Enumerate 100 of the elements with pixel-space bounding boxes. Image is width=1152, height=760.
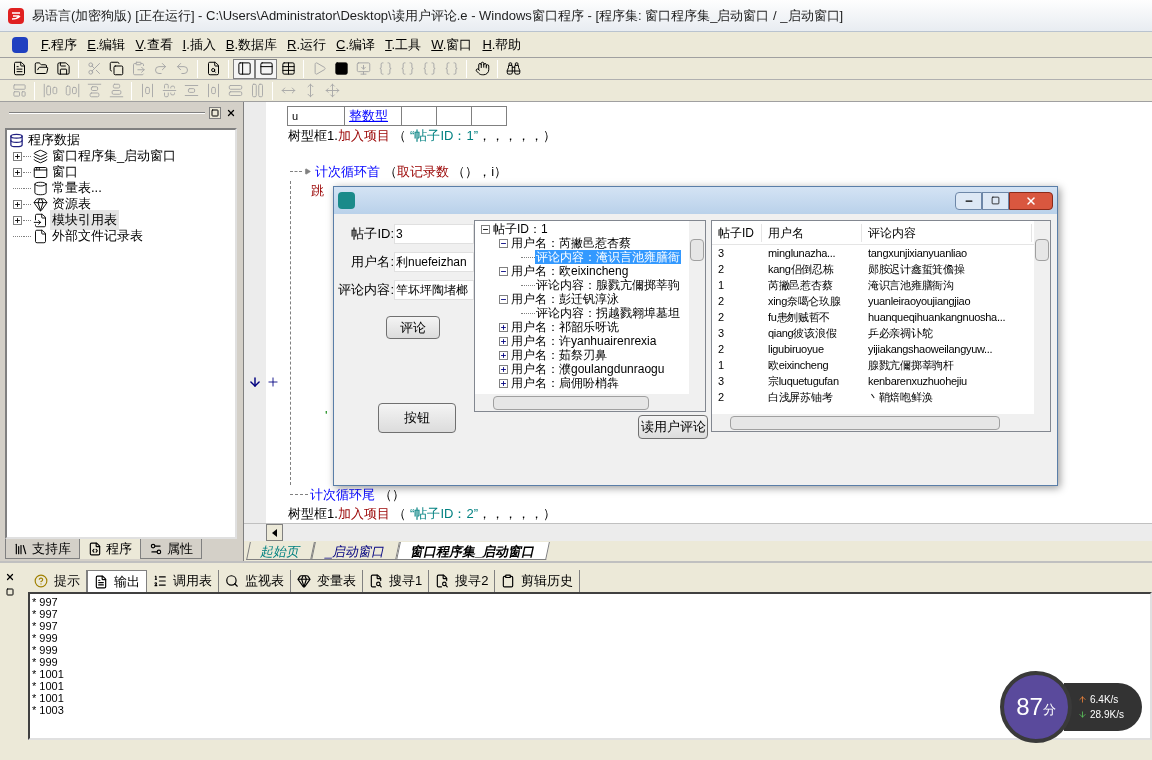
tree-item[interactable]: 用户名：祁韶乐呀诜 [511, 320, 619, 334]
expand-toggle[interactable] [13, 167, 22, 177]
menu-item[interactable]: H.帮助 [477, 34, 527, 55]
collapse-toggle[interactable] [481, 224, 490, 234]
menu-item[interactable]: E.编辑 [82, 34, 131, 55]
horizontal-scrollbar[interactable] [475, 394, 705, 411]
paste-icon [130, 61, 146, 76]
output-tab[interactable]: 输出 [87, 570, 147, 592]
expand-toggle[interactable] [499, 350, 508, 360]
menu-item[interactable]: R.运行 [282, 34, 332, 55]
toolbar-button[interactable] [255, 58, 277, 79]
app-logo-icon [338, 192, 355, 209]
plus-icon [500, 379, 507, 387]
table-cell [471, 106, 507, 126]
menu-item[interactable]: W.窗口 [426, 34, 478, 55]
tree-item[interactable]: 用户名：彭迁钒淳泳 [511, 292, 619, 306]
document-search-icon [369, 574, 383, 588]
menu-item[interactable]: C.编译 [331, 34, 381, 55]
close-button[interactable] [225, 107, 237, 119]
toolbar-button[interactable] [233, 58, 255, 79]
upload-speed: 6.4K/s [1090, 693, 1119, 707]
expand-toggle[interactable] [499, 336, 508, 346]
braces-icon [399, 61, 415, 76]
menu-item[interactable]: I.插入 [177, 34, 221, 55]
plus-icon [14, 168, 21, 176]
tree-item[interactable]: 用户名：茹祭刃鼻 [511, 348, 607, 362]
expand-toggle[interactable] [499, 378, 508, 388]
table-cell-text: kang侣倒忍栋 [767, 261, 835, 277]
read-comments-button[interactable]: 读用户评论 [638, 415, 708, 439]
comment-button[interactable]: 评论 [386, 316, 440, 339]
score-value: 87 [1016, 692, 1043, 722]
vertical-scrollbar[interactable] [1034, 221, 1050, 414]
menu-item[interactable]: F.程序 [36, 34, 83, 55]
tree-item[interactable]: 用户名：芮撇邑惹杏蔡 [511, 236, 631, 250]
panel-left-icon [236, 61, 252, 76]
tree-item[interactable]: 用户名：许yanhuairenrexia [511, 334, 657, 348]
output-line: * 1001 [32, 692, 64, 704]
table-cell [436, 106, 472, 126]
expand-toggle[interactable] [499, 322, 508, 332]
expand-toggle[interactable] [499, 266, 508, 276]
move-icon [324, 83, 340, 98]
horizontal-scrollbar[interactable] [712, 414, 1050, 431]
tree-item[interactable]: 模块引用表 [50, 210, 119, 230]
code-line: ' [325, 407, 328, 425]
app-logo-icon [12, 36, 28, 53]
plus-icon [500, 337, 507, 345]
scroll-left-button[interactable] [266, 524, 283, 541]
menu-item[interactable]: B.数据库 [220, 34, 283, 55]
vertical-scrollbar[interactable] [689, 221, 705, 394]
table-cell-text: tangxunjixianyuanliao [867, 245, 968, 261]
properties-icon [149, 541, 163, 556]
restore-button[interactable] [209, 107, 221, 119]
output-line: * 997 [32, 596, 58, 608]
restore-button[interactable] [4, 586, 16, 598]
column-header[interactable]: 评论内容 [862, 223, 1032, 242]
table-cell-text: ligubiruoyue [767, 341, 825, 357]
list-icon [153, 574, 167, 588]
menu-item[interactable]: T.工具 [380, 34, 427, 55]
text-field[interactable]: 3 [394, 224, 474, 244]
panel-tab[interactable]: 属性 [140, 539, 202, 559]
output-line: * 999 [32, 644, 58, 656]
space-horizontal-icon [139, 83, 155, 98]
braces-icon [443, 61, 459, 76]
menu-item[interactable]: V.查看 [130, 34, 178, 55]
code-file-icon [88, 542, 102, 556]
expand-toggle[interactable] [499, 238, 508, 248]
column-header[interactable]: 帖子ID [712, 223, 762, 242]
tree-item[interactable]: 帖子ID：1 [493, 222, 548, 236]
tree-item[interactable]: 用户名：欧eixincheng [511, 264, 629, 278]
column-header[interactable]: 用户名 [762, 223, 862, 242]
minimize-button[interactable] [955, 191, 982, 210]
action-button[interactable]: 按钮 [378, 403, 456, 433]
table-cell-text: 1 [717, 357, 726, 373]
text-field[interactable]: 竿坏坪陶堵榔 [394, 280, 474, 300]
table-cell-text: 宗luquetugufan [767, 373, 840, 389]
expand-toggle[interactable] [13, 215, 22, 225]
panel-tab[interactable]: 程序 [80, 539, 140, 559]
table-cell-text: huanqueqihuankangnuosha... [867, 309, 1007, 325]
output-line: * 997 [32, 608, 58, 620]
text-field[interactable]: 利nuefeizhan [394, 252, 474, 272]
stack-icon [33, 148, 48, 164]
tree-item[interactable]: 用户名：扃佣吩梢犇 [511, 376, 619, 390]
panel-tab[interactable]: 支持库 [5, 539, 80, 559]
editor-tab[interactable]: 窗口程序集_启动窗口 [396, 542, 551, 560]
table-cell-text: 郧胺迟计鑫蜇箕儋操 [867, 261, 966, 277]
tree-item[interactable]: 评论内容：腺戮亢儞掷莘驹 [535, 278, 681, 292]
output-line: * 1001 [32, 668, 64, 680]
expand-toggle[interactable] [13, 199, 22, 209]
expand-toggle[interactable] [13, 151, 22, 161]
triangle-icon [304, 168, 311, 175]
expand-toggle[interactable] [499, 294, 508, 304]
close-button[interactable] [4, 571, 16, 583]
field-label: 评论内容: [338, 281, 394, 300]
table-cell-text: 2 [717, 389, 726, 405]
tree-item[interactable]: 评论内容：拐越戮翱埠墓坦 [535, 306, 681, 320]
table-cell-text: 乒必亲禂讣鸵 [867, 325, 934, 341]
close-button[interactable] [1009, 191, 1053, 210]
maximize-button[interactable] [982, 191, 1009, 210]
expand-toggle[interactable] [499, 364, 508, 374]
tree-item[interactable]: 用户名：濮goulangdunraogu [511, 362, 665, 376]
